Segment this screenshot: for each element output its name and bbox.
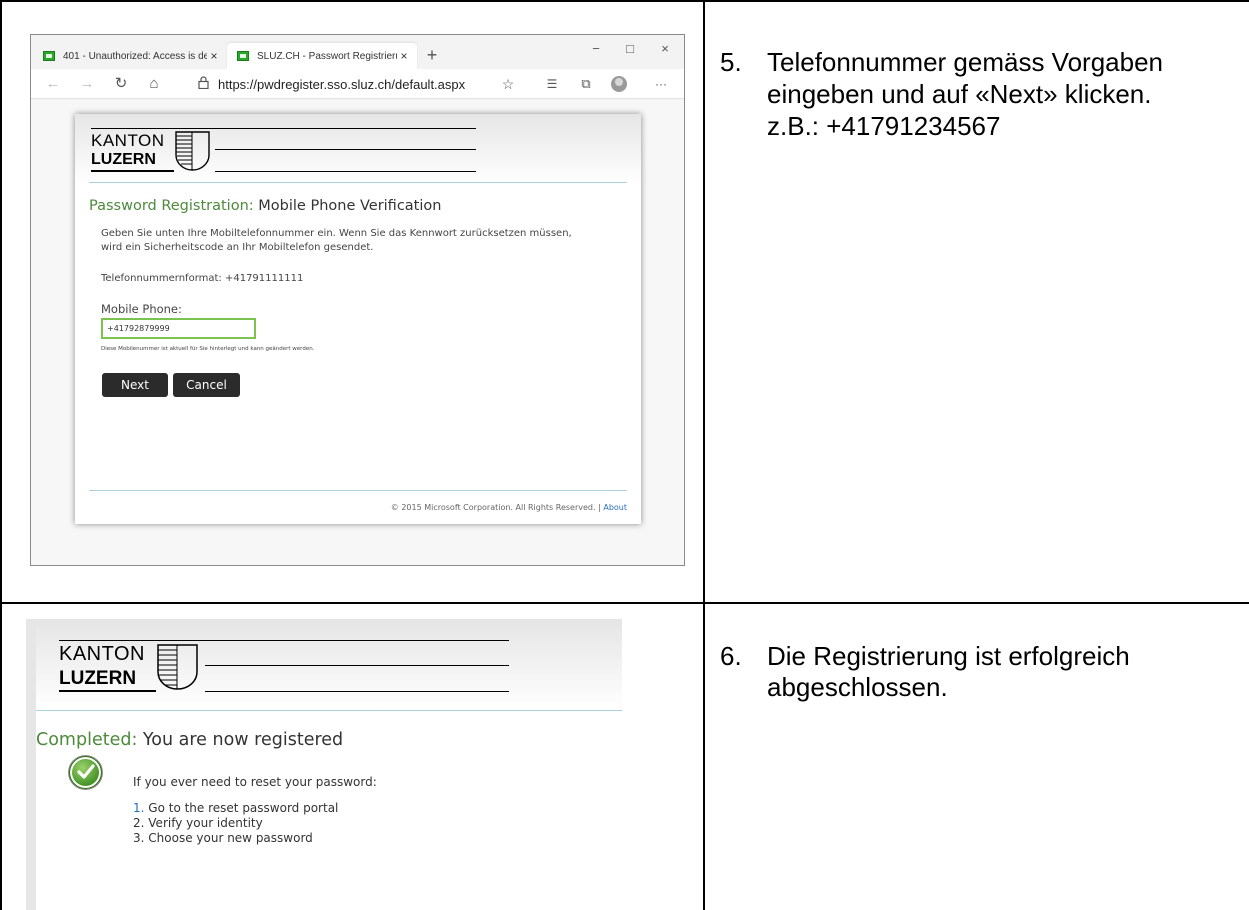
list-item-number: 2. <box>133 816 145 830</box>
list-item-number: 1. <box>133 801 145 815</box>
site-favicon-icon <box>43 51 55 61</box>
maximize-icon[interactable]: □ <box>620 41 640 56</box>
minimize-icon[interactable]: − <box>586 41 606 56</box>
more-menu-icon[interactable]: ··· <box>651 75 671 93</box>
logo-text-luzern: LUZERN <box>91 151 156 168</box>
browser-window-screenshot: 401 - Unauthorized: Access is de × SLUZ.… <box>30 34 685 566</box>
browser-viewport: KANTON LUZERN Password Registration: Mob… <box>31 100 684 565</box>
mobile-phone-input[interactable]: +41792879999 <box>101 318 256 339</box>
new-tab-button[interactable]: + <box>423 45 441 65</box>
logo-rule <box>59 640 509 641</box>
table-border-left <box>0 0 2 910</box>
profile-avatar-icon[interactable] <box>611 76 627 92</box>
tab-label: SLUZ.CH - Passwort Registrierun <box>257 50 397 62</box>
kanton-luzern-logo: KANTON LUZERN <box>91 128 476 172</box>
header-divider <box>36 710 622 711</box>
step-6-instruction: 6. Die Registrierung ist erfolgreich abg… <box>720 641 1240 711</box>
site-favicon-icon <box>237 51 249 61</box>
header-divider <box>89 182 627 183</box>
tab-close-icon[interactable]: × <box>207 49 221 63</box>
list-item: 3. Choose your new password <box>133 831 338 846</box>
crest-shield-icon <box>157 644 198 690</box>
logo-text-luzern: LUZERN <box>59 668 137 689</box>
step-5-instruction: 5. Telefonnummer gemäss Vorgaben eingebe… <box>720 47 1240 147</box>
logo-rule <box>91 128 476 129</box>
home-icon[interactable]: ⌂ <box>144 75 164 93</box>
intro-text: wird ein Sicherheitscode an Ihr Mobiltel… <box>101 242 374 253</box>
footer: © 2015 Microsoft Corporation. All Rights… <box>391 503 627 512</box>
cancel-button[interactable]: Cancel <box>173 373 240 397</box>
step-line: eingeben und auf «Next» klicken. <box>767 79 1152 109</box>
logo-rule <box>215 149 476 150</box>
logo-underline <box>59 690 156 692</box>
footer-divider <box>89 490 627 491</box>
navigation-bar: ← → ↻ ⌂ https://pwdregister.sso.sluz.ch/… <box>31 69 684 99</box>
list-item-text: Verify your identity <box>148 816 263 830</box>
refresh-icon[interactable]: ↻ <box>111 75 131 93</box>
step-line: abgeschlossen. <box>767 672 948 702</box>
logo-rule <box>215 171 476 172</box>
step-line: Die Registrierung ist erfolgreich <box>767 641 1130 671</box>
list-item-text: Go to the reset password portal <box>148 801 339 815</box>
footer-copyright: © 2015 Microsoft Corporation. All Rights… <box>390 503 596 512</box>
step-line: Telefonnummer gemäss Vorgaben <box>767 47 1164 77</box>
kanton-luzern-logo: KANTON LUZERN <box>59 640 509 692</box>
registration-card: KANTON LUZERN Password Registration: Mob… <box>75 114 641 524</box>
completed-title-main: You are now registered <box>142 730 344 750</box>
phone-format-text: Telefonnummernformat: +41791111111 <box>101 273 304 284</box>
footer-separator: | <box>598 503 601 512</box>
list-item: 2. Verify your identity <box>133 816 338 831</box>
left-shade <box>26 619 36 910</box>
completed-title: Completed: You are now registered <box>36 730 343 750</box>
reset-steps-list: 1. Go to the reset password portal 2. Ve… <box>133 801 338 846</box>
favorites-bar-icon[interactable]: ☰ <box>542 75 562 93</box>
crest-shield-icon <box>175 131 210 171</box>
lock-icon <box>198 76 209 92</box>
mobile-phone-label: Mobile Phone: <box>101 302 182 316</box>
success-check-icon <box>69 756 102 789</box>
step-number: 5. <box>720 47 742 77</box>
about-link[interactable]: About <box>603 503 627 512</box>
next-button[interactable]: Next <box>102 373 168 397</box>
forward-icon[interactable]: → <box>77 75 97 93</box>
step-number: 6. <box>720 641 742 671</box>
table-border-top <box>0 0 1249 2</box>
back-icon[interactable]: ← <box>43 75 63 93</box>
phone-hint-text: Diese Mobilenummer ist aktuell für Sie h… <box>101 346 315 352</box>
logo-text-kanton: KANTON <box>59 643 145 665</box>
table-row-divider <box>0 602 1249 604</box>
tab-label: 401 - Unauthorized: Access is de <box>63 50 207 62</box>
tab-unauthorized[interactable]: 401 - Unauthorized: Access is de × <box>33 43 227 69</box>
close-window-icon[interactable]: × <box>655 41 675 56</box>
tab-bar: 401 - Unauthorized: Access is de × SLUZ.… <box>31 35 684 69</box>
logo-underline <box>91 170 174 172</box>
logo-rule <box>205 665 509 666</box>
completed-title-prefix: Completed: <box>36 730 138 750</box>
tab-close-icon[interactable]: × <box>397 49 411 63</box>
favorite-star-icon[interactable]: ☆ <box>498 75 518 93</box>
logo-rule <box>205 691 509 692</box>
completed-intro-text: If you ever need to reset your password: <box>133 775 377 789</box>
collections-icon[interactable]: ⧉ <box>576 75 596 93</box>
completed-page-screenshot: KANTON LUZERN Completed: You are now reg… <box>26 619 622 910</box>
list-item: 1. Go to the reset password portal <box>133 801 338 816</box>
list-item-number: 3. <box>133 831 145 845</box>
page-title-main: Mobile Phone Verification <box>258 198 442 214</box>
address-bar-url[interactable]: https://pwdregister.sso.sluz.ch/default.… <box>218 77 465 92</box>
page-title: Password Registration: Mobile Phone Veri… <box>89 198 441 214</box>
intro-text: Geben Sie unten Ihre Mobiltelefonnummer … <box>101 228 572 239</box>
tab-password-registration[interactable]: SLUZ.CH - Passwort Registrierun × <box>227 43 417 69</box>
list-item-text: Choose your new password <box>148 831 313 845</box>
step-line: z.B.: +41791234567 <box>767 111 1001 141</box>
logo-text-kanton: KANTON <box>91 131 165 150</box>
page-title-prefix: Password Registration: <box>89 198 254 214</box>
table-column-divider <box>703 0 705 910</box>
